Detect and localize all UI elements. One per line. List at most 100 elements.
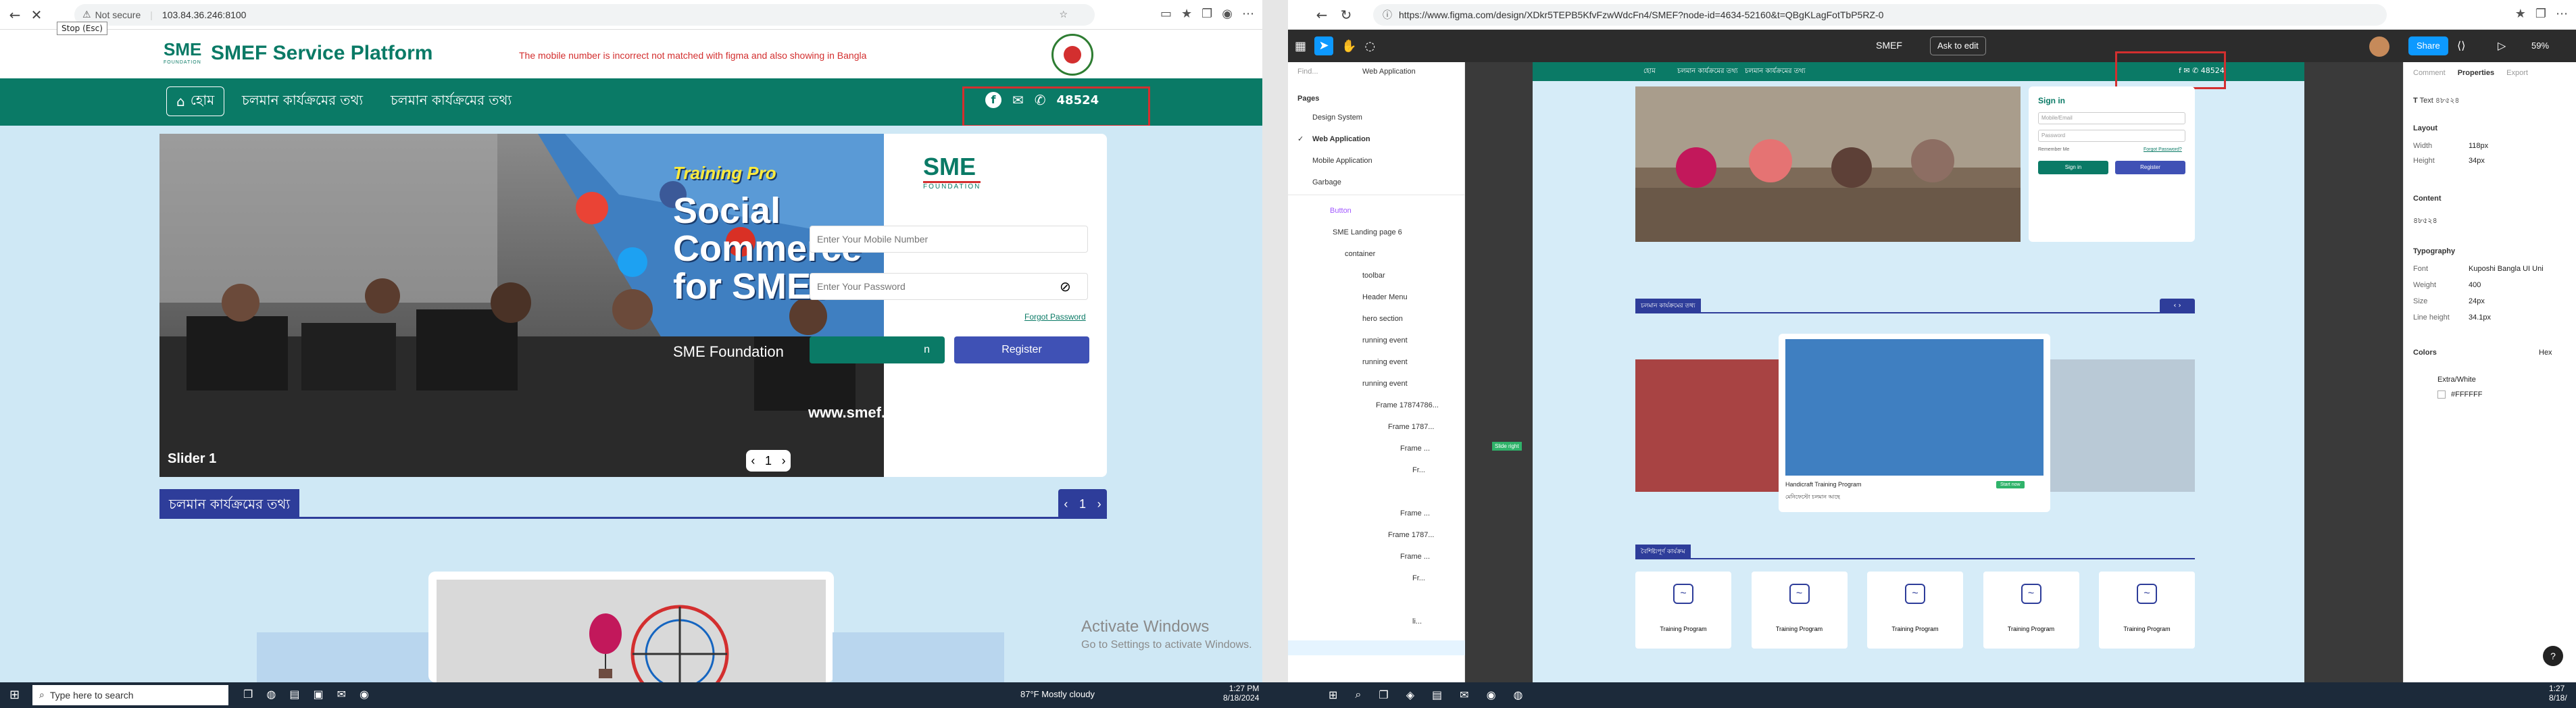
move-tool-icon[interactable]: ➤	[1314, 36, 1334, 55]
program-card[interactable]: ~ Training Program	[1635, 572, 1731, 649]
taskbar-clock[interactable]: 1:27 PM 8/18/2024	[1223, 684, 1259, 703]
section-next-icon[interactable]: ›	[1097, 497, 1101, 511]
layer-item[interactable]: Frame 1787...	[1388, 528, 1434, 542]
layer-item[interactable]: running event	[1362, 334, 1408, 347]
eye-off-icon[interactable]: ⊘	[1060, 278, 1071, 295]
password-input[interactable]	[810, 273, 1088, 300]
signin-button[interactable]: n	[810, 336, 945, 363]
file-explorer-icon[interactable]: ▤	[1432, 688, 1442, 701]
zoom-level[interactable]: 59%	[2531, 41, 2549, 51]
mail-icon[interactable]: ✉	[1460, 688, 1468, 701]
store-icon[interactable]: ▣	[313, 688, 323, 701]
present-icon[interactable]: ▷	[2498, 39, 2506, 52]
smef-logo[interactable]: SME FOUNDATION	[164, 39, 204, 69]
collections-icon[interactable]: ❐	[2535, 7, 2546, 21]
layer-item[interactable]: Fr...	[1412, 572, 1425, 585]
layer-item[interactable]: Frame 1787...	[1388, 420, 1434, 434]
avatar[interactable]	[2369, 36, 2389, 57]
nav-running-1[interactable]: চলমান কার্যক্রমের তথ্য	[242, 91, 363, 113]
taskbar-search[interactable]: ⌕ Type here to search	[32, 685, 228, 705]
refresh-icon[interactable]: ↻	[1337, 5, 1356, 24]
share-button[interactable]: Share	[2408, 36, 2448, 55]
program-card[interactable]: ~ Training Program	[1867, 572, 1963, 649]
ask-to-edit-button[interactable]: Ask to edit	[1930, 36, 1986, 55]
layer-item[interactable]: toolbar	[1362, 269, 1385, 282]
file-explorer-icon[interactable]: ▤	[289, 688, 299, 701]
figma-app-icon[interactable]: ◈	[1406, 688, 1414, 701]
chrome-icon[interactable]: ◉	[1487, 688, 1496, 701]
nav-running-2[interactable]: চলমান কার্যক্রমের তথ্য	[391, 91, 512, 113]
figma-menu-icon[interactable]: ▦	[1295, 39, 1306, 53]
site-info-icon[interactable]: ⓘ	[1383, 8, 1392, 22]
hand-tool-icon[interactable]: ✋	[1341, 39, 1356, 53]
layers-search[interactable]: Find...	[1297, 68, 1318, 76]
edge-icon[interactable]: ◍	[266, 688, 276, 701]
slider-prev-icon[interactable]: ‹	[751, 454, 755, 468]
favorites-icon[interactable]: ★	[1181, 7, 1192, 21]
event-card-left[interactable]	[257, 632, 432, 682]
chrome-icon[interactable]: ◉	[360, 688, 369, 701]
search-icon[interactable]: ⌕	[1355, 688, 1361, 701]
mobile-input[interactable]	[810, 226, 1088, 253]
windows-start-icon[interactable]: ⊞	[1329, 688, 1337, 701]
tab-properties[interactable]: Properties	[2458, 69, 2494, 77]
tab-comment[interactable]: Comment	[2413, 69, 2446, 77]
layer-item[interactable]: Frame ...	[1400, 507, 1430, 520]
event-card-center[interactable]	[428, 572, 834, 682]
back-icon[interactable]: ←	[5, 5, 24, 24]
stop-icon[interactable]: ✕	[27, 5, 46, 24]
page-selector[interactable]: Web Application	[1362, 68, 1416, 76]
page-item[interactable]: Garbage	[1312, 176, 1341, 189]
layer-item[interactable]: running event	[1362, 377, 1408, 390]
layer-item[interactable]: Fr...	[1412, 463, 1425, 477]
windows-start-icon[interactable]: ⊞	[9, 688, 20, 702]
address-bar[interactable]: ⚠ Not secure | 103.84.36.246:8100 ☆	[74, 4, 1095, 26]
page-item[interactable]: Design System	[1312, 111, 1362, 124]
favorites-icon[interactable]: ★	[2515, 7, 2526, 21]
figma-canvas[interactable]: হোম চলমান কার্যক্রমের তথ্য চলমান কার্যক্…	[1465, 51, 2403, 682]
address-bar[interactable]: ⓘ https://www.figma.com/design/XDkr5TEPB…	[1373, 4, 2387, 26]
hero-slider[interactable]: Training Pro Social Commerce for SMEs SM…	[159, 134, 884, 477]
tab-export[interactable]: Export	[2506, 69, 2528, 77]
program-card[interactable]: ~ Training Program	[2099, 572, 2195, 649]
profile-icon[interactable]: ◉	[1222, 7, 1233, 21]
nav-home[interactable]: ⌂ হোম	[166, 86, 225, 116]
more-icon[interactable]: ⋯	[2556, 7, 2568, 21]
weather[interactable]: 87°F Mostly cloudy	[1020, 689, 1095, 699]
comment-tool-icon[interactable]: ◌	[1364, 39, 1375, 53]
split-screen-icon[interactable]: ▭	[1160, 7, 1172, 21]
event-card-right[interactable]	[833, 632, 1004, 682]
mail-icon[interactable]: ✉	[337, 688, 346, 701]
layer-item[interactable]: Frame ...	[1400, 442, 1430, 455]
bookmark-star-icon[interactable]: ☆	[1059, 9, 1068, 20]
section-prev-icon[interactable]: ‹	[1064, 497, 1068, 511]
register-button[interactable]: Register	[954, 336, 1089, 363]
forgot-password-link[interactable]: Forgot Password	[1024, 312, 1086, 322]
layer-item[interactable]: container	[1345, 247, 1375, 261]
layer-item[interactable]: li...	[1412, 615, 1422, 628]
edge-icon[interactable]: ◍	[1514, 688, 1523, 701]
task-view-icon[interactable]: ❐	[243, 688, 253, 701]
page-item[interactable]: Web Application	[1312, 132, 1370, 146]
taskbar-clock[interactable]: 1:27 8/18/	[2549, 684, 2567, 703]
program-card[interactable]: ~ Training Program	[1983, 572, 2079, 649]
program-card[interactable]: ~ Training Program	[1751, 572, 1848, 649]
page-item[interactable]: Mobile Application	[1312, 154, 1372, 168]
selected-layer-row[interactable]	[1288, 640, 1465, 655]
collections-icon[interactable]: ❐	[1202, 7, 1212, 21]
more-icon[interactable]: ⋯	[1242, 7, 1254, 21]
layer-item[interactable]: SME Landing page 6	[1333, 226, 1402, 239]
layer-item[interactable]: Frame ...	[1400, 550, 1430, 563]
layer-item[interactable]: Button	[1330, 204, 1352, 218]
layer-item[interactable]: Header Menu	[1362, 290, 1408, 304]
layer-item[interactable]: Frame 17874786...	[1376, 399, 1439, 412]
dev-mode-icon[interactable]: ⟨⟩	[2457, 39, 2465, 52]
back-icon[interactable]: ←	[1312, 5, 1331, 24]
design-pager-arrows[interactable]: ‹ ›	[2160, 299, 2195, 313]
slider-next-icon[interactable]: ›	[782, 454, 786, 468]
layer-item[interactable]: running event	[1362, 355, 1408, 369]
task-view-icon[interactable]: ❐	[1379, 688, 1388, 701]
help-icon[interactable]: ?	[2543, 646, 2563, 666]
figma-file-name[interactable]: SMEF	[1876, 40, 1902, 51]
layer-item[interactable]: hero section	[1362, 312, 1403, 326]
